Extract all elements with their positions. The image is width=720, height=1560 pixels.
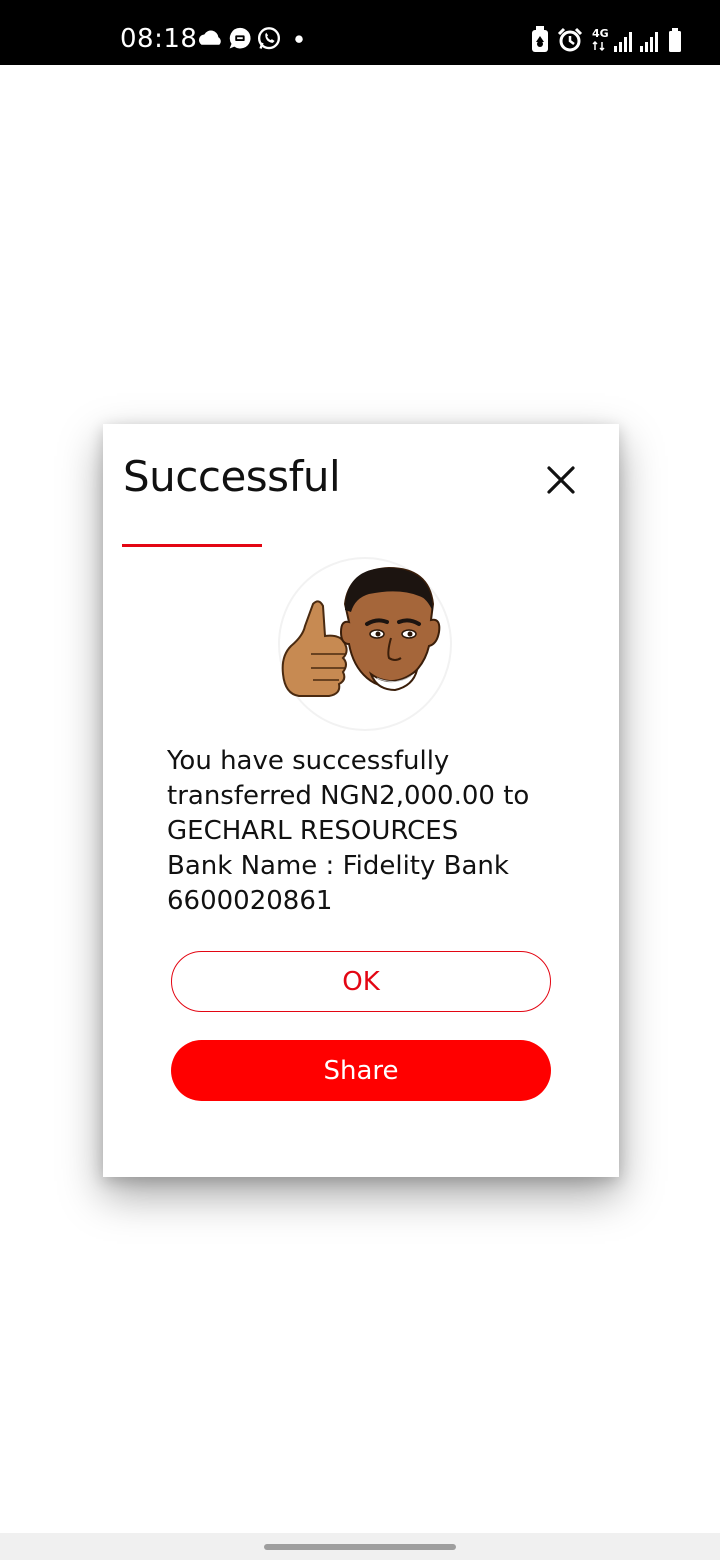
alarm-icon bbox=[557, 27, 583, 52]
svg-text:4G: 4G bbox=[592, 27, 609, 40]
signal-icon bbox=[640, 32, 658, 52]
message-line: transferred NGN2,000.00 to bbox=[167, 781, 530, 811]
status-left-icons bbox=[198, 27, 303, 50]
thumbs-up-mascot-icon bbox=[278, 557, 452, 731]
close-icon bbox=[547, 466, 575, 494]
status-right-icons: 4G bbox=[532, 26, 681, 52]
whatsapp-icon bbox=[257, 27, 281, 50]
message-line: Bank Name : Fidelity Bank bbox=[167, 851, 509, 881]
status-time: 08:18 bbox=[120, 24, 198, 54]
navigation-bar bbox=[0, 1533, 720, 1560]
success-message: You have successfully transferred NGN2,0… bbox=[167, 744, 567, 919]
title-underline bbox=[122, 544, 262, 547]
close-button[interactable] bbox=[543, 462, 579, 498]
status-bar: 08:18 4G bbox=[0, 0, 720, 65]
home-gesture-handle[interactable] bbox=[264, 1544, 456, 1550]
dot-icon bbox=[295, 35, 303, 43]
message-line: You have successfully bbox=[167, 746, 450, 776]
battery-icon bbox=[669, 28, 681, 52]
dialog-title: Successful bbox=[123, 452, 341, 501]
message-line: 6600020861 bbox=[167, 886, 333, 916]
message-line: GECHARL RESOURCES bbox=[167, 816, 459, 846]
network-4g-icon: 4G bbox=[592, 27, 609, 52]
cloud-icon bbox=[198, 30, 221, 45]
signal-icon bbox=[614, 32, 632, 52]
share-button[interactable]: Share bbox=[171, 1040, 551, 1101]
success-dialog: Successful You have successfully transfe… bbox=[103, 424, 619, 1177]
battery-saver-icon bbox=[532, 26, 548, 52]
chat-icon bbox=[229, 27, 251, 49]
ok-button[interactable]: OK bbox=[171, 951, 551, 1012]
